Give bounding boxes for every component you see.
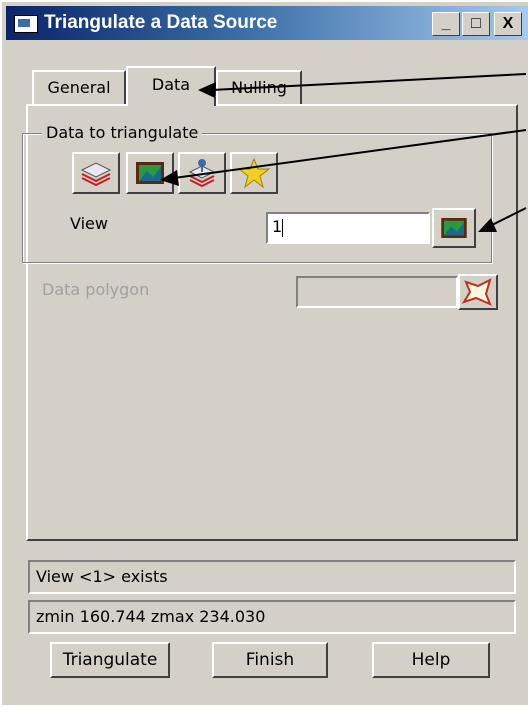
view-icon (441, 218, 467, 238)
data-polygon-label: Data polygon (42, 280, 150, 299)
window-title: Triangulate a Data Source (44, 12, 278, 33)
view-input[interactable]: 1 (266, 212, 430, 244)
app-icon (14, 15, 38, 33)
tab-data-label: Data (151, 75, 191, 94)
close-button[interactable]: X (494, 12, 522, 36)
view-icon (136, 162, 164, 184)
polygon-pick-icon (461, 278, 492, 306)
view-pick-button[interactable] (432, 208, 476, 248)
status-line-1: View <1> exists (28, 560, 516, 594)
data-polygon-input[interactable] (296, 276, 458, 308)
tab-nulling-label: Nulling (231, 78, 287, 97)
minimize-button[interactable]: _ (432, 12, 460, 36)
text-cursor (282, 218, 284, 237)
dialog-window: Triangulate a Data Source _ □ X General … (0, 0, 528, 705)
minimize-icon: _ (441, 15, 451, 32)
status-line-2: zmin 160.744 zmax 234.030 (28, 600, 516, 634)
title-bar[interactable]: Triangulate a Data Source _ □ X (6, 6, 528, 40)
help-button[interactable]: Help (372, 642, 490, 678)
close-icon: X (502, 15, 514, 32)
star-icon (237, 157, 271, 189)
view-input-value: 1 (272, 217, 283, 236)
view-select-button[interactable] (126, 152, 174, 194)
model-button[interactable] (178, 152, 226, 194)
tab-data[interactable]: Data (126, 66, 216, 106)
tab-nulling[interactable]: Nulling (216, 70, 302, 104)
layers-icon (80, 162, 112, 187)
tab-general-label: General (47, 78, 111, 97)
maximize-icon: □ (471, 15, 481, 32)
model-icon (188, 159, 216, 188)
maximize-button[interactable]: □ (462, 12, 490, 36)
finish-button[interactable]: Finish (212, 642, 328, 678)
layers-button[interactable] (72, 152, 120, 194)
triangulate-button[interactable]: Triangulate (50, 642, 170, 678)
tab-general[interactable]: General (32, 70, 126, 104)
favourites-button[interactable] (230, 152, 278, 194)
data-polygon-pick-button[interactable] (458, 274, 498, 310)
group-label: Data to triangulate (42, 123, 203, 142)
view-label: View (70, 214, 108, 233)
